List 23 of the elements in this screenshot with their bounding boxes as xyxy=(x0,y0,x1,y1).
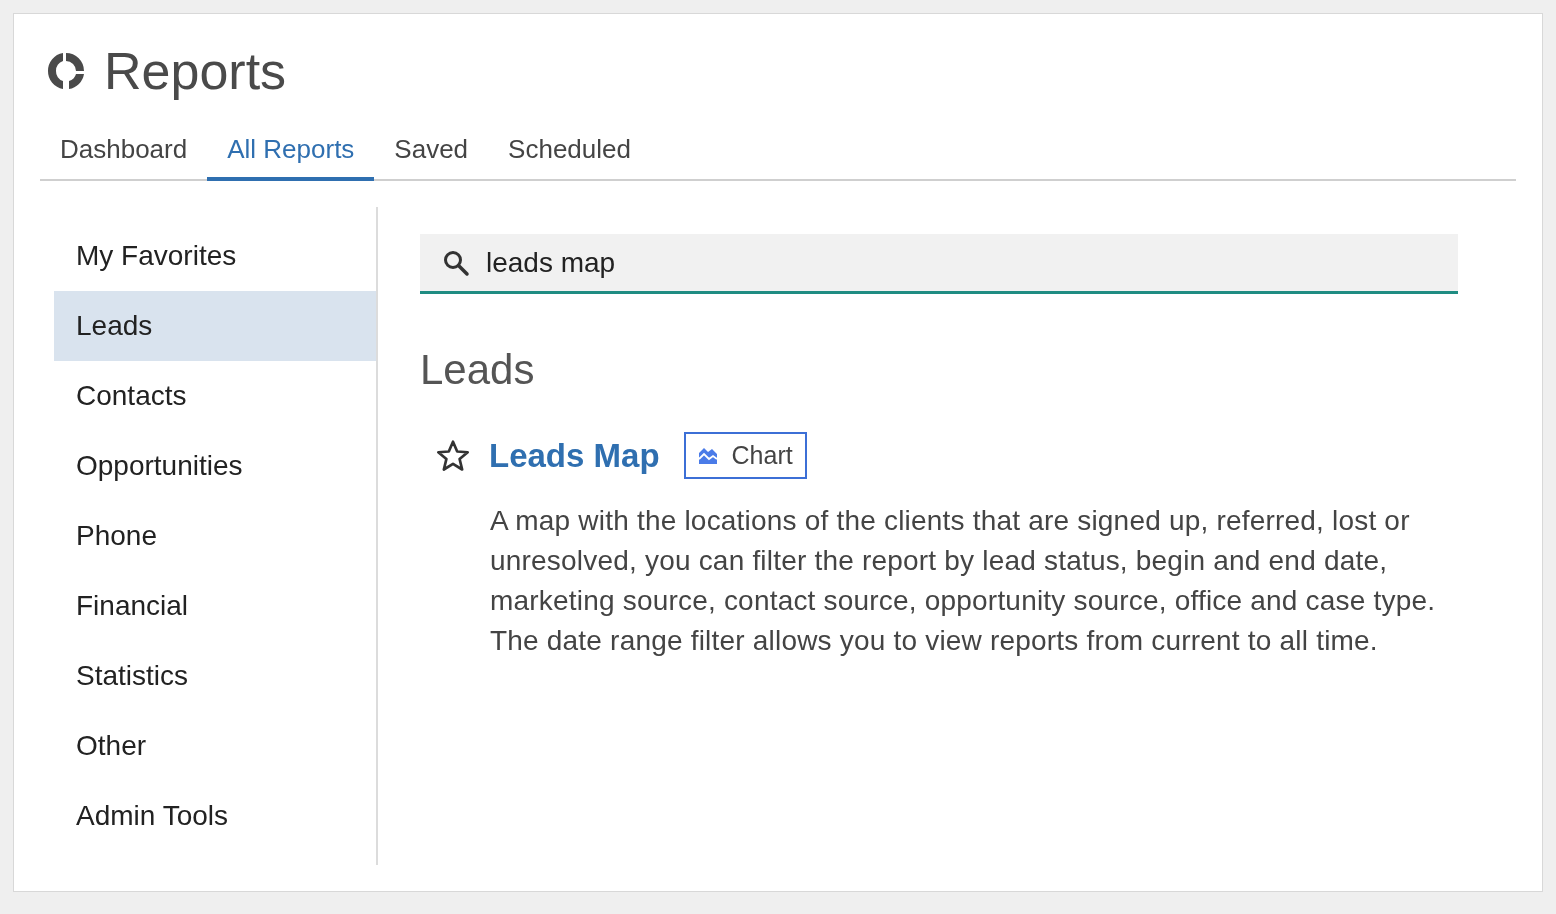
tab[interactable]: Scheduled xyxy=(488,128,651,181)
tag-label: Chart xyxy=(731,441,793,470)
area-chart-icon xyxy=(697,446,718,465)
tab[interactable]: Dashboard xyxy=(40,128,208,181)
sidebar-item[interactable]: Financial xyxy=(54,571,376,641)
sidebar-item[interactable]: Leads xyxy=(54,291,376,361)
tab[interactable]: Saved xyxy=(374,128,489,181)
sidebar-item[interactable]: Admin Tools xyxy=(54,781,376,851)
search-field[interactable]: leads map xyxy=(420,234,1458,294)
sidebar-item[interactable]: Contacts xyxy=(54,361,376,431)
tab[interactable]: All Reports xyxy=(207,128,375,181)
section-heading: Leads xyxy=(420,346,536,394)
sidebar-item[interactable]: Opportunities xyxy=(54,431,376,501)
sidebar-item[interactable]: Statistics xyxy=(54,641,376,711)
page-title: Reports xyxy=(104,41,287,101)
search-input[interactable]: leads map xyxy=(486,246,1436,279)
report-link[interactable]: Leads Map xyxy=(489,436,660,475)
sidebar-item[interactable]: Phone xyxy=(54,501,376,571)
star-icon[interactable] xyxy=(435,437,471,474)
search-icon xyxy=(442,248,470,277)
sidebar-item[interactable]: Other xyxy=(54,711,376,781)
sidebar-item[interactable]: My Favorites xyxy=(54,221,376,291)
report-description: A map with the locations of the clients that are signed up, referred, lost or unresolved, you can filter the report by lead status, begin and end date, marketing source, contact source, opportunity source, office and case type. The date range filter allows you to view reports from current to all time. xyxy=(490,504,1437,658)
